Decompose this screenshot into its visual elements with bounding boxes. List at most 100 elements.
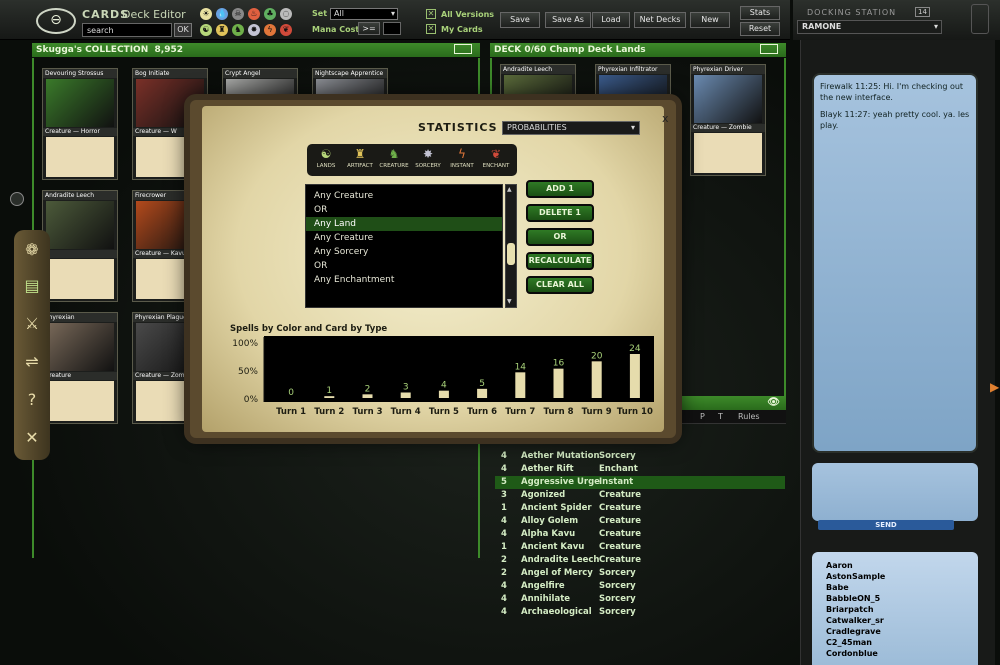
condition-item[interactable]: Any Sorcery (306, 245, 502, 259)
exit-icon[interactable]: ✕ (20, 426, 44, 450)
col-header-t[interactable]: T (718, 412, 723, 421)
deck-list-row[interactable]: 1 Ancient Kavu Creature (495, 541, 785, 554)
condition-item[interactable]: OR (306, 203, 502, 217)
user-item[interactable]: Babe (812, 582, 978, 593)
col-header-p[interactable]: P (700, 412, 705, 421)
collection-count: 8,952 (154, 45, 183, 55)
black-mana-icon[interactable]: ☠ (232, 8, 244, 20)
enchant-filter-icon[interactable]: ❦ (280, 24, 292, 36)
chat-input[interactable] (812, 463, 978, 521)
cards-icon[interactable]: ▤ (20, 274, 44, 298)
row-card-name: Annihilate (521, 594, 571, 604)
scroll-thumb[interactable] (507, 243, 515, 265)
condition-item[interactable]: Any Creature (306, 231, 502, 245)
list-view-icon[interactable] (760, 44, 778, 54)
deck-list-row[interactable]: 1 Ancient Spider Creature (495, 502, 785, 515)
clear-all-button[interactable]: CLEAR ALL (526, 276, 594, 294)
condition-item[interactable]: Any Enchantment (306, 273, 502, 287)
save-button[interactable]: Save (500, 12, 540, 28)
collection-card[interactable]: Andradite Leech (42, 190, 118, 302)
deck-list-row[interactable]: 4 Angelfire Sorcery (495, 580, 785, 593)
artifact-filter-icon[interactable]: ♜ (216, 24, 228, 36)
collection-card[interactable]: Devouring Strossus Creature — Horror (42, 68, 118, 180)
stats-button[interactable]: Stats (740, 6, 780, 20)
send-button[interactable]: SEND (818, 520, 954, 530)
deck-list-row[interactable]: 5 Aggressive Urge Instant (495, 476, 785, 489)
deck-card[interactable]: Phyrexian Driver Creature — Zombie (690, 64, 766, 176)
user-item[interactable]: Cordonblue (812, 648, 978, 659)
new-button[interactable]: New (690, 12, 730, 28)
user-item[interactable]: AstonSample (812, 571, 978, 582)
lands-filter-icon[interactable]: ☯ (200, 24, 212, 36)
colorless-mana-icon[interactable]: ◌ (280, 8, 292, 20)
all-versions-checkbox[interactable]: ✕ (426, 9, 436, 19)
deck-list-row[interactable]: 4 Aether Mutation Sorcery (495, 450, 785, 463)
blue-mana-icon[interactable]: 💧 (216, 8, 228, 20)
logo-icon[interactable]: ⊖ (36, 8, 76, 34)
scroll-up-icon[interactable]: ▲ (507, 186, 515, 194)
close-icon[interactable]: x (662, 112, 669, 125)
delete-1-button[interactable]: DELETE 1 (526, 204, 594, 222)
dock-toggle-button[interactable] (971, 4, 989, 34)
deck-list-row[interactable]: 2 Angel of Mercy Sorcery (495, 567, 785, 580)
creature-filter-icon[interactable]: ♞ (232, 24, 244, 36)
condition-scrollbar[interactable]: ▲ ▼ (505, 184, 517, 308)
condition-item[interactable]: Any Land (306, 217, 502, 231)
type-label: SORCERY (415, 163, 441, 169)
instant-filter-icon[interactable]: ϟ (264, 24, 276, 36)
load-button[interactable]: Load (592, 12, 630, 28)
scroll-down-icon[interactable]: ▼ (507, 298, 515, 306)
trade-icon[interactable]: ⇌ (20, 350, 44, 374)
condition-item[interactable]: Any Creature (306, 189, 502, 203)
type-instant-button[interactable]: ϟ INSTANT (447, 146, 477, 174)
user-item[interactable]: Aaron (812, 560, 978, 571)
red-mana-icon[interactable]: ♨ (248, 8, 260, 20)
recalculate-button[interactable]: RECALCULATE (526, 252, 594, 270)
deck-list-row[interactable]: 4 Archaeological Sorcery (495, 606, 785, 619)
deck-list-row[interactable]: 2 Andradite Leech Creature (495, 554, 785, 567)
add-1-button[interactable]: ADD 1 (526, 180, 594, 198)
search-input[interactable] (82, 23, 172, 37)
net-decks-button[interactable]: Net Decks (634, 12, 686, 28)
type-creature-button[interactable]: ♞ CREATURE (379, 146, 409, 174)
type-enchant-button[interactable]: ❦ ENCHANT (481, 146, 511, 174)
my-cards-checkbox[interactable]: ✕ (426, 24, 436, 34)
user-item[interactable]: Briarpatch (812, 604, 978, 615)
sorcery-filter-icon[interactable]: ✸ (248, 24, 260, 36)
type-sorcery-button[interactable]: ✸ SORCERY (413, 146, 443, 174)
deck-list-row[interactable]: 4 Alpha Kavu Creature (495, 528, 785, 541)
or-button[interactable]: OR (526, 228, 594, 246)
mana-cost-input[interactable] (383, 22, 401, 35)
statistics-mode-select[interactable]: PROBABILITIES ▾ (502, 121, 640, 135)
help-icon[interactable]: ? (20, 388, 44, 412)
user-item[interactable]: Cradlegrave (812, 626, 978, 637)
green-mana-icon[interactable]: ♣ (264, 8, 276, 20)
list-view-icon[interactable] (454, 44, 472, 54)
search-ok-button[interactable]: OK (174, 23, 192, 37)
docking-user-select[interactable]: RAMONE ▾ (797, 20, 942, 34)
deck-list-row[interactable]: 3 Agonized Creature (495, 489, 785, 502)
arrow-right-icon[interactable]: ▶ (990, 380, 999, 400)
reset-button[interactable]: Reset (740, 22, 780, 36)
lotus-icon[interactable]: ❁ (20, 238, 44, 262)
statistics-mode-value: PROBABILITIES (507, 123, 567, 132)
condition-item[interactable]: OR (306, 259, 502, 273)
col-header-rules[interactable]: Rules (738, 412, 760, 421)
deck-list-row[interactable]: 4 Annihilate Sorcery (495, 593, 785, 606)
eye-icon[interactable]: 👁 (767, 396, 780, 410)
type-lands-button[interactable]: ☯ LANDS (311, 146, 341, 174)
white-mana-icon[interactable]: ☀ (200, 8, 212, 20)
dock-pin-icon[interactable] (10, 192, 24, 206)
save-as-button[interactable]: Save As (545, 12, 591, 28)
user-item[interactable]: C2_45man (812, 637, 978, 648)
collection-card[interactable]: Phyrexian Creature (42, 312, 118, 424)
deck-list-row[interactable]: 4 Alloy Golem Creature (495, 515, 785, 528)
user-item[interactable]: Catwalker_sr (812, 615, 978, 626)
type-artifact-button[interactable]: ♜ ARTIFACT (345, 146, 375, 174)
mana-cost-operator[interactable]: >= (358, 22, 380, 35)
set-select[interactable]: All ▾ (330, 8, 398, 20)
user-item[interactable]: BabbleON_5 (812, 593, 978, 604)
swords-icon[interactable]: ⚔ (20, 312, 44, 336)
condition-list[interactable]: Any Creature OR Any Land Any Creature Any So… (305, 184, 503, 308)
deck-list-row[interactable]: 4 Aether Rift Enchant (495, 463, 785, 476)
